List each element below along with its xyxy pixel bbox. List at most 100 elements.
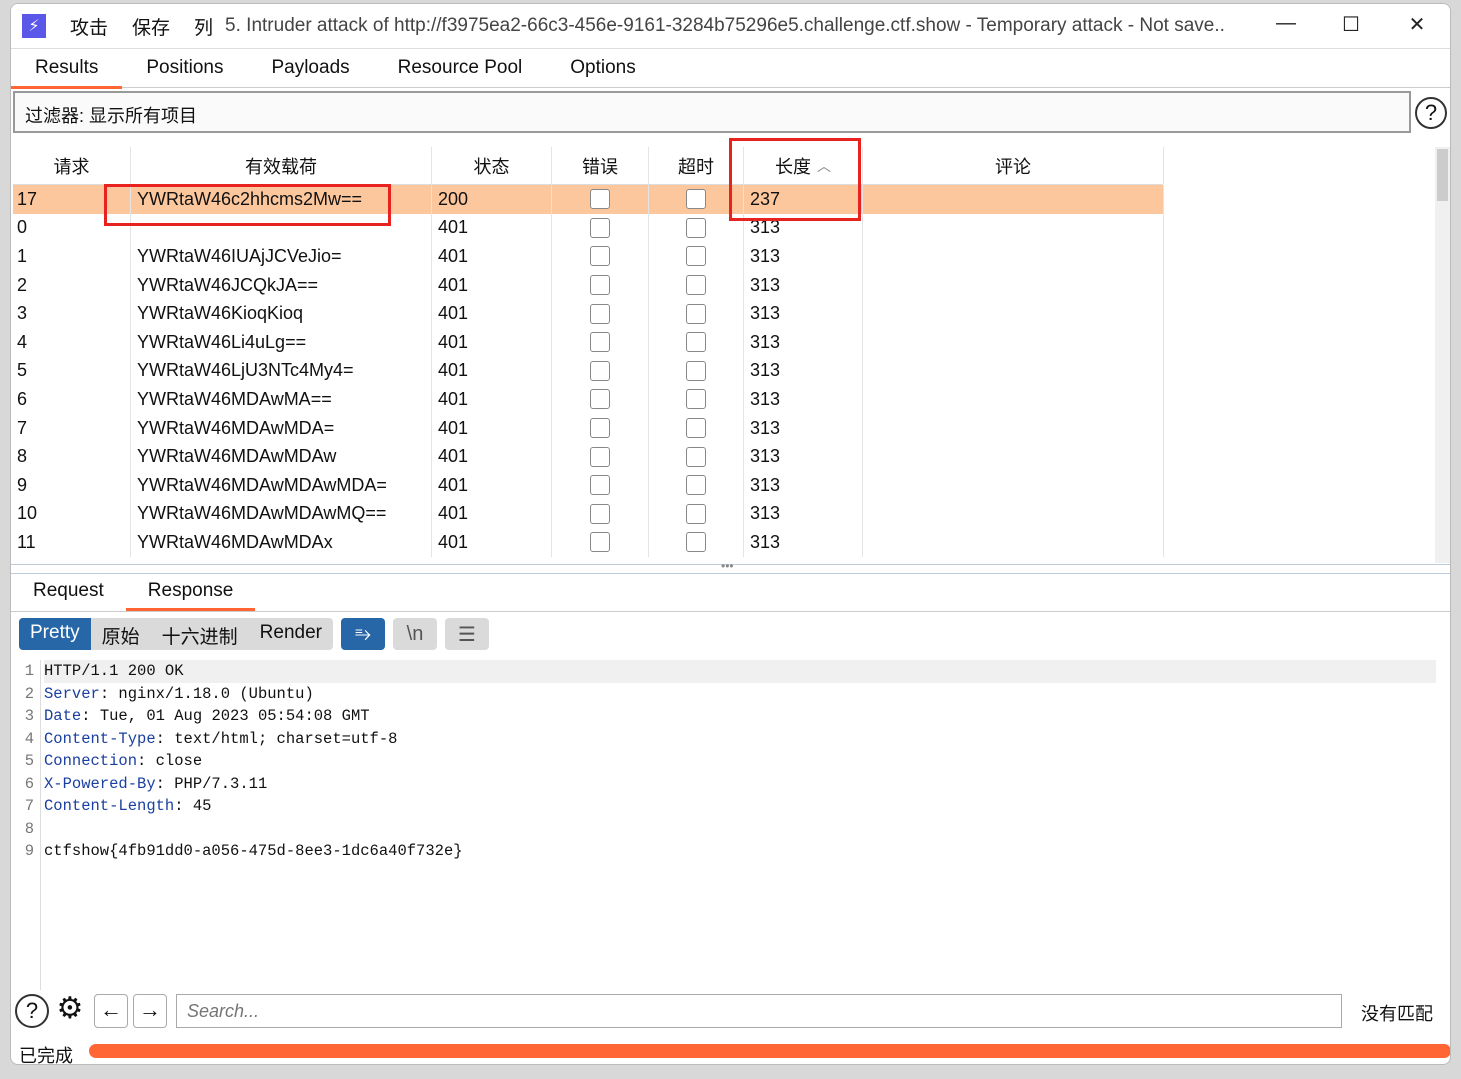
- checkbox[interactable]: [590, 532, 610, 553]
- checkbox[interactable]: [686, 360, 706, 381]
- checkbox[interactable]: [590, 446, 610, 467]
- table-row[interactable]: 11 YWRtaW46MDAwMDAx 401 313: [13, 528, 1164, 557]
- error-cell: [552, 185, 649, 214]
- checkbox[interactable]: [590, 189, 610, 210]
- checkbox[interactable]: [686, 189, 706, 210]
- col-payload[interactable]: 有效载荷: [131, 147, 432, 184]
- checkbox[interactable]: [590, 389, 610, 410]
- main-tabs: Results Positions Payloads Resource Pool…: [11, 48, 1450, 89]
- request-cell: 11: [13, 528, 131, 557]
- checkbox[interactable]: [590, 303, 610, 324]
- intruder-window: ⚡ 攻击 保存 列 5. Intruder attack of http://f…: [10, 3, 1451, 1065]
- timeout-cell: [649, 528, 744, 557]
- menu-icon[interactable]: ☰: [444, 618, 489, 650]
- error-cell: [552, 299, 649, 328]
- view-hex-button[interactable]: 十六进制: [151, 618, 249, 650]
- checkbox[interactable]: [590, 503, 610, 524]
- help-icon[interactable]: ?: [1415, 97, 1447, 129]
- checkbox[interactable]: [590, 418, 610, 439]
- checkbox[interactable]: [686, 332, 706, 353]
- status-cell: 401: [432, 413, 552, 443]
- search-input[interactable]: [176, 994, 1342, 1028]
- status-cell: 401: [432, 471, 552, 500]
- newline-icon[interactable]: \n: [392, 618, 437, 650]
- tab-positions[interactable]: Positions: [122, 49, 247, 89]
- col-status[interactable]: 状态: [432, 147, 552, 184]
- request-cell: 1: [13, 242, 131, 271]
- checkbox[interactable]: [590, 332, 610, 353]
- checkbox[interactable]: [590, 475, 610, 496]
- checkbox[interactable]: [590, 275, 610, 296]
- checkbox[interactable]: [686, 446, 706, 467]
- checkbox[interactable]: [686, 389, 706, 410]
- col-request[interactable]: 请求: [13, 147, 131, 184]
- tab-resource-pool[interactable]: Resource Pool: [374, 49, 547, 89]
- table-row[interactable]: 9 YWRtaW46MDAwMDAwMDA= 401 313: [13, 471, 1164, 500]
- table-row[interactable]: 2 YWRtaW46JCQkJA== 401 313: [13, 270, 1164, 300]
- comment-cell: [863, 471, 1164, 500]
- help-icon[interactable]: ?: [15, 994, 49, 1028]
- table-row[interactable]: 7 YWRtaW46MDAwMDA= 401 313: [13, 413, 1164, 443]
- col-comment[interactable]: 评论: [863, 147, 1164, 184]
- tab-request[interactable]: Request: [11, 574, 126, 611]
- arrow-right-icon[interactable]: →: [133, 994, 167, 1028]
- checkbox[interactable]: [686, 246, 706, 267]
- table-row[interactable]: 10 YWRtaW46MDAwMDAwMQ== 401 313: [13, 499, 1164, 529]
- checkbox[interactable]: [590, 360, 610, 381]
- payload-cell: YWRtaW46JCQkJA==: [131, 270, 432, 300]
- error-cell: [552, 413, 649, 443]
- response-editor[interactable]: 1 2 3 4 5 6 7 8 9 HTTP/1.1 200 OK Server: nginx/1…: [11, 660, 1436, 990]
- filter-bar[interactable]: 过滤器: 显示所有项目: [13, 91, 1411, 133]
- checkbox[interactable]: [686, 275, 706, 296]
- table-row[interactable]: 1 YWRtaW46IUAjJCVeJio= 401 313: [13, 242, 1164, 271]
- view-raw-button[interactable]: 原始: [91, 618, 151, 650]
- request-cell: 4: [13, 328, 131, 357]
- drag-handle-icon[interactable]: •••: [721, 559, 734, 573]
- maximize-icon[interactable]: ☐: [1331, 12, 1371, 37]
- checkbox[interactable]: [590, 217, 610, 238]
- error-cell: [552, 385, 649, 414]
- checkbox[interactable]: [686, 217, 706, 238]
- comment-cell: [863, 242, 1164, 271]
- status-cell: 401: [432, 270, 552, 300]
- menu-columns[interactable]: 列: [194, 13, 213, 40]
- gear-icon[interactable]: ⚙: [53, 994, 87, 1028]
- checkbox[interactable]: [686, 503, 706, 524]
- pane-splitter[interactable]: •••: [11, 559, 1450, 574]
- table-scrollbar[interactable]: [1435, 147, 1450, 563]
- tab-response[interactable]: Response: [125, 574, 256, 611]
- menu-attack[interactable]: 攻击: [70, 13, 108, 40]
- length-cell: 313: [744, 356, 863, 386]
- table-row[interactable]: 8 YWRtaW46MDAwMDAw 401 313: [13, 442, 1164, 471]
- close-icon[interactable]: ✕: [1397, 12, 1437, 37]
- search-bar: ? ⚙ ← → 没有匹配: [11, 990, 1450, 1030]
- tab-options[interactable]: Options: [546, 49, 659, 89]
- tab-results[interactable]: Results: [11, 49, 123, 89]
- checkbox[interactable]: [686, 418, 706, 439]
- table-row[interactable]: 5 YWRtaW46LjU3NTc4My4= 401 313: [13, 356, 1164, 386]
- table-row[interactable]: 4 YWRtaW46Li4uLg== 401 313: [13, 328, 1164, 357]
- table-row[interactable]: 3 YWRtaW46KioqKioq 401 313: [13, 299, 1164, 328]
- arrow-left-icon[interactable]: ←: [94, 994, 128, 1028]
- checkbox[interactable]: [686, 532, 706, 553]
- window-title: 5. Intruder attack of http://f3975ea2-66…: [225, 15, 1225, 36]
- view-pretty-button[interactable]: Pretty: [19, 618, 91, 650]
- view-render-button[interactable]: Render: [249, 618, 333, 650]
- header-value: : close: [137, 752, 203, 770]
- table-row[interactable]: 6 YWRtaW46MDAwMA== 401 313: [13, 385, 1164, 414]
- scrollbar-thumb[interactable]: [1437, 149, 1448, 201]
- comment-cell: [863, 413, 1164, 443]
- error-cell: [552, 356, 649, 386]
- timeout-cell: [649, 328, 744, 357]
- tab-payloads[interactable]: Payloads: [247, 49, 373, 89]
- wrap-icon[interactable]: ⥱: [340, 618, 385, 650]
- minimize-icon[interactable]: —: [1266, 12, 1306, 35]
- error-cell: [552, 471, 649, 500]
- checkbox[interactable]: [686, 303, 706, 324]
- line-number: 1: [24, 662, 34, 680]
- checkbox[interactable]: [590, 246, 610, 267]
- checkbox[interactable]: [686, 475, 706, 496]
- payload-cell: YWRtaW46MDAwMDAx: [131, 528, 432, 557]
- col-error[interactable]: 错误: [552, 147, 649, 184]
- menu-save[interactable]: 保存: [132, 13, 170, 40]
